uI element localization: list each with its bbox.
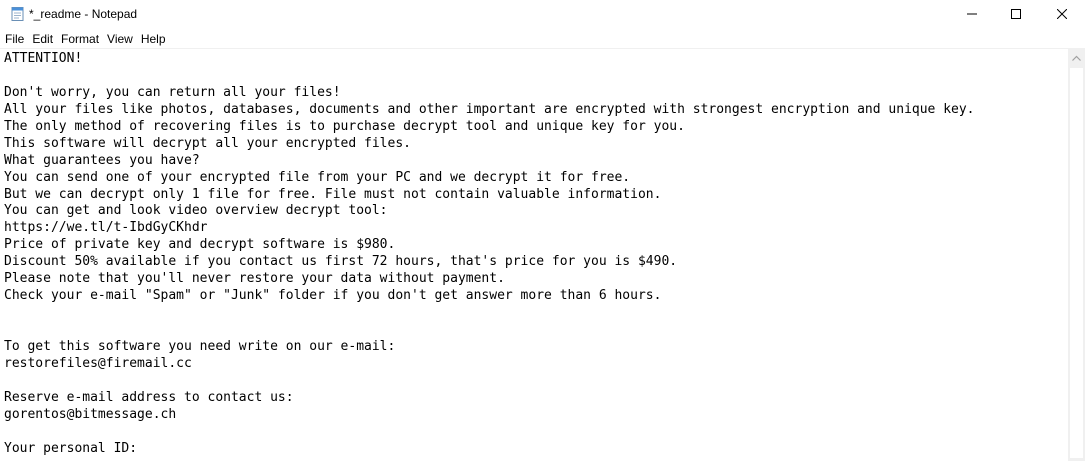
- notepad-window: *_readme - Notepad File Edit Format View…: [0, 0, 1085, 461]
- maximize-button[interactable]: [993, 0, 1039, 30]
- close-icon: [1056, 6, 1068, 24]
- document-line: What guarantees you have?: [4, 152, 200, 168]
- document-line: [4, 68, 975, 85]
- document-line: [4, 373, 975, 390]
- document-line: To get this software you need write on o…: [4, 338, 396, 354]
- window-title: *_readme - Notepad: [29, 7, 138, 21]
- document-text[interactable]: ATTENTION! Don't worry, you can return al…: [4, 51, 975, 458]
- close-button[interactable]: [1039, 0, 1085, 30]
- document-line: This software will decrypt all your encr…: [4, 135, 411, 151]
- document-line: Discount 50% available if you contact us…: [4, 254, 678, 270]
- document-line: ATTENTION!: [4, 51, 83, 66]
- document-line: [4, 424, 975, 441]
- document-line: restorefiles@firemail.cc: [4, 355, 192, 371]
- scroll-up-button[interactable]: [1068, 48, 1085, 65]
- menu-edit[interactable]: Edit: [29, 30, 56, 48]
- menu-help[interactable]: Help: [138, 30, 169, 48]
- vertical-scrollbar[interactable]: [1068, 48, 1085, 461]
- chevron-up-icon: [1072, 48, 1081, 66]
- document-line: Reserve e-mail address to contact us:: [4, 389, 294, 405]
- document-line: Your personal ID:: [4, 440, 138, 456]
- document-line: You can get and look video overview decr…: [4, 203, 388, 219]
- document-line: The only method of recovering files is t…: [4, 118, 685, 134]
- title-bar[interactable]: *_readme - Notepad: [0, 0, 1085, 30]
- minimize-icon: [967, 6, 977, 24]
- menu-bar: File Edit Format View Help: [0, 30, 1085, 48]
- document-line: Please note that you'll never restore yo…: [4, 271, 505, 287]
- menu-format[interactable]: Format: [58, 30, 102, 48]
- minimize-button[interactable]: [949, 0, 995, 30]
- document-line: Don't worry, you can return all your fil…: [4, 84, 341, 100]
- document-line: [4, 322, 975, 339]
- menu-file[interactable]: File: [2, 30, 27, 48]
- maximize-icon: [1011, 6, 1021, 24]
- document-line: But we can decrypt only 1 file for free.…: [4, 186, 662, 202]
- document-line: Check your e-mail "Spam" or "Junk" folde…: [4, 288, 662, 304]
- menu-view[interactable]: View: [104, 30, 136, 48]
- text-editor[interactable]: ATTENTION! Don't worry, you can return al…: [0, 48, 1068, 461]
- document-line: You can send one of your encrypted file …: [4, 169, 631, 185]
- document-line: All your files like photos, databases, d…: [4, 101, 975, 117]
- scrollbar-thumb[interactable]: [1070, 68, 1083, 458]
- document-line: Price of private key and decrypt softwar…: [4, 237, 396, 253]
- document-line: gorentos@bitmessage.ch: [4, 406, 177, 422]
- notepad-icon: [10, 6, 26, 22]
- document-line: https://we.tl/t-IbdGyCKhdr: [4, 220, 208, 236]
- document-line: [4, 305, 975, 322]
